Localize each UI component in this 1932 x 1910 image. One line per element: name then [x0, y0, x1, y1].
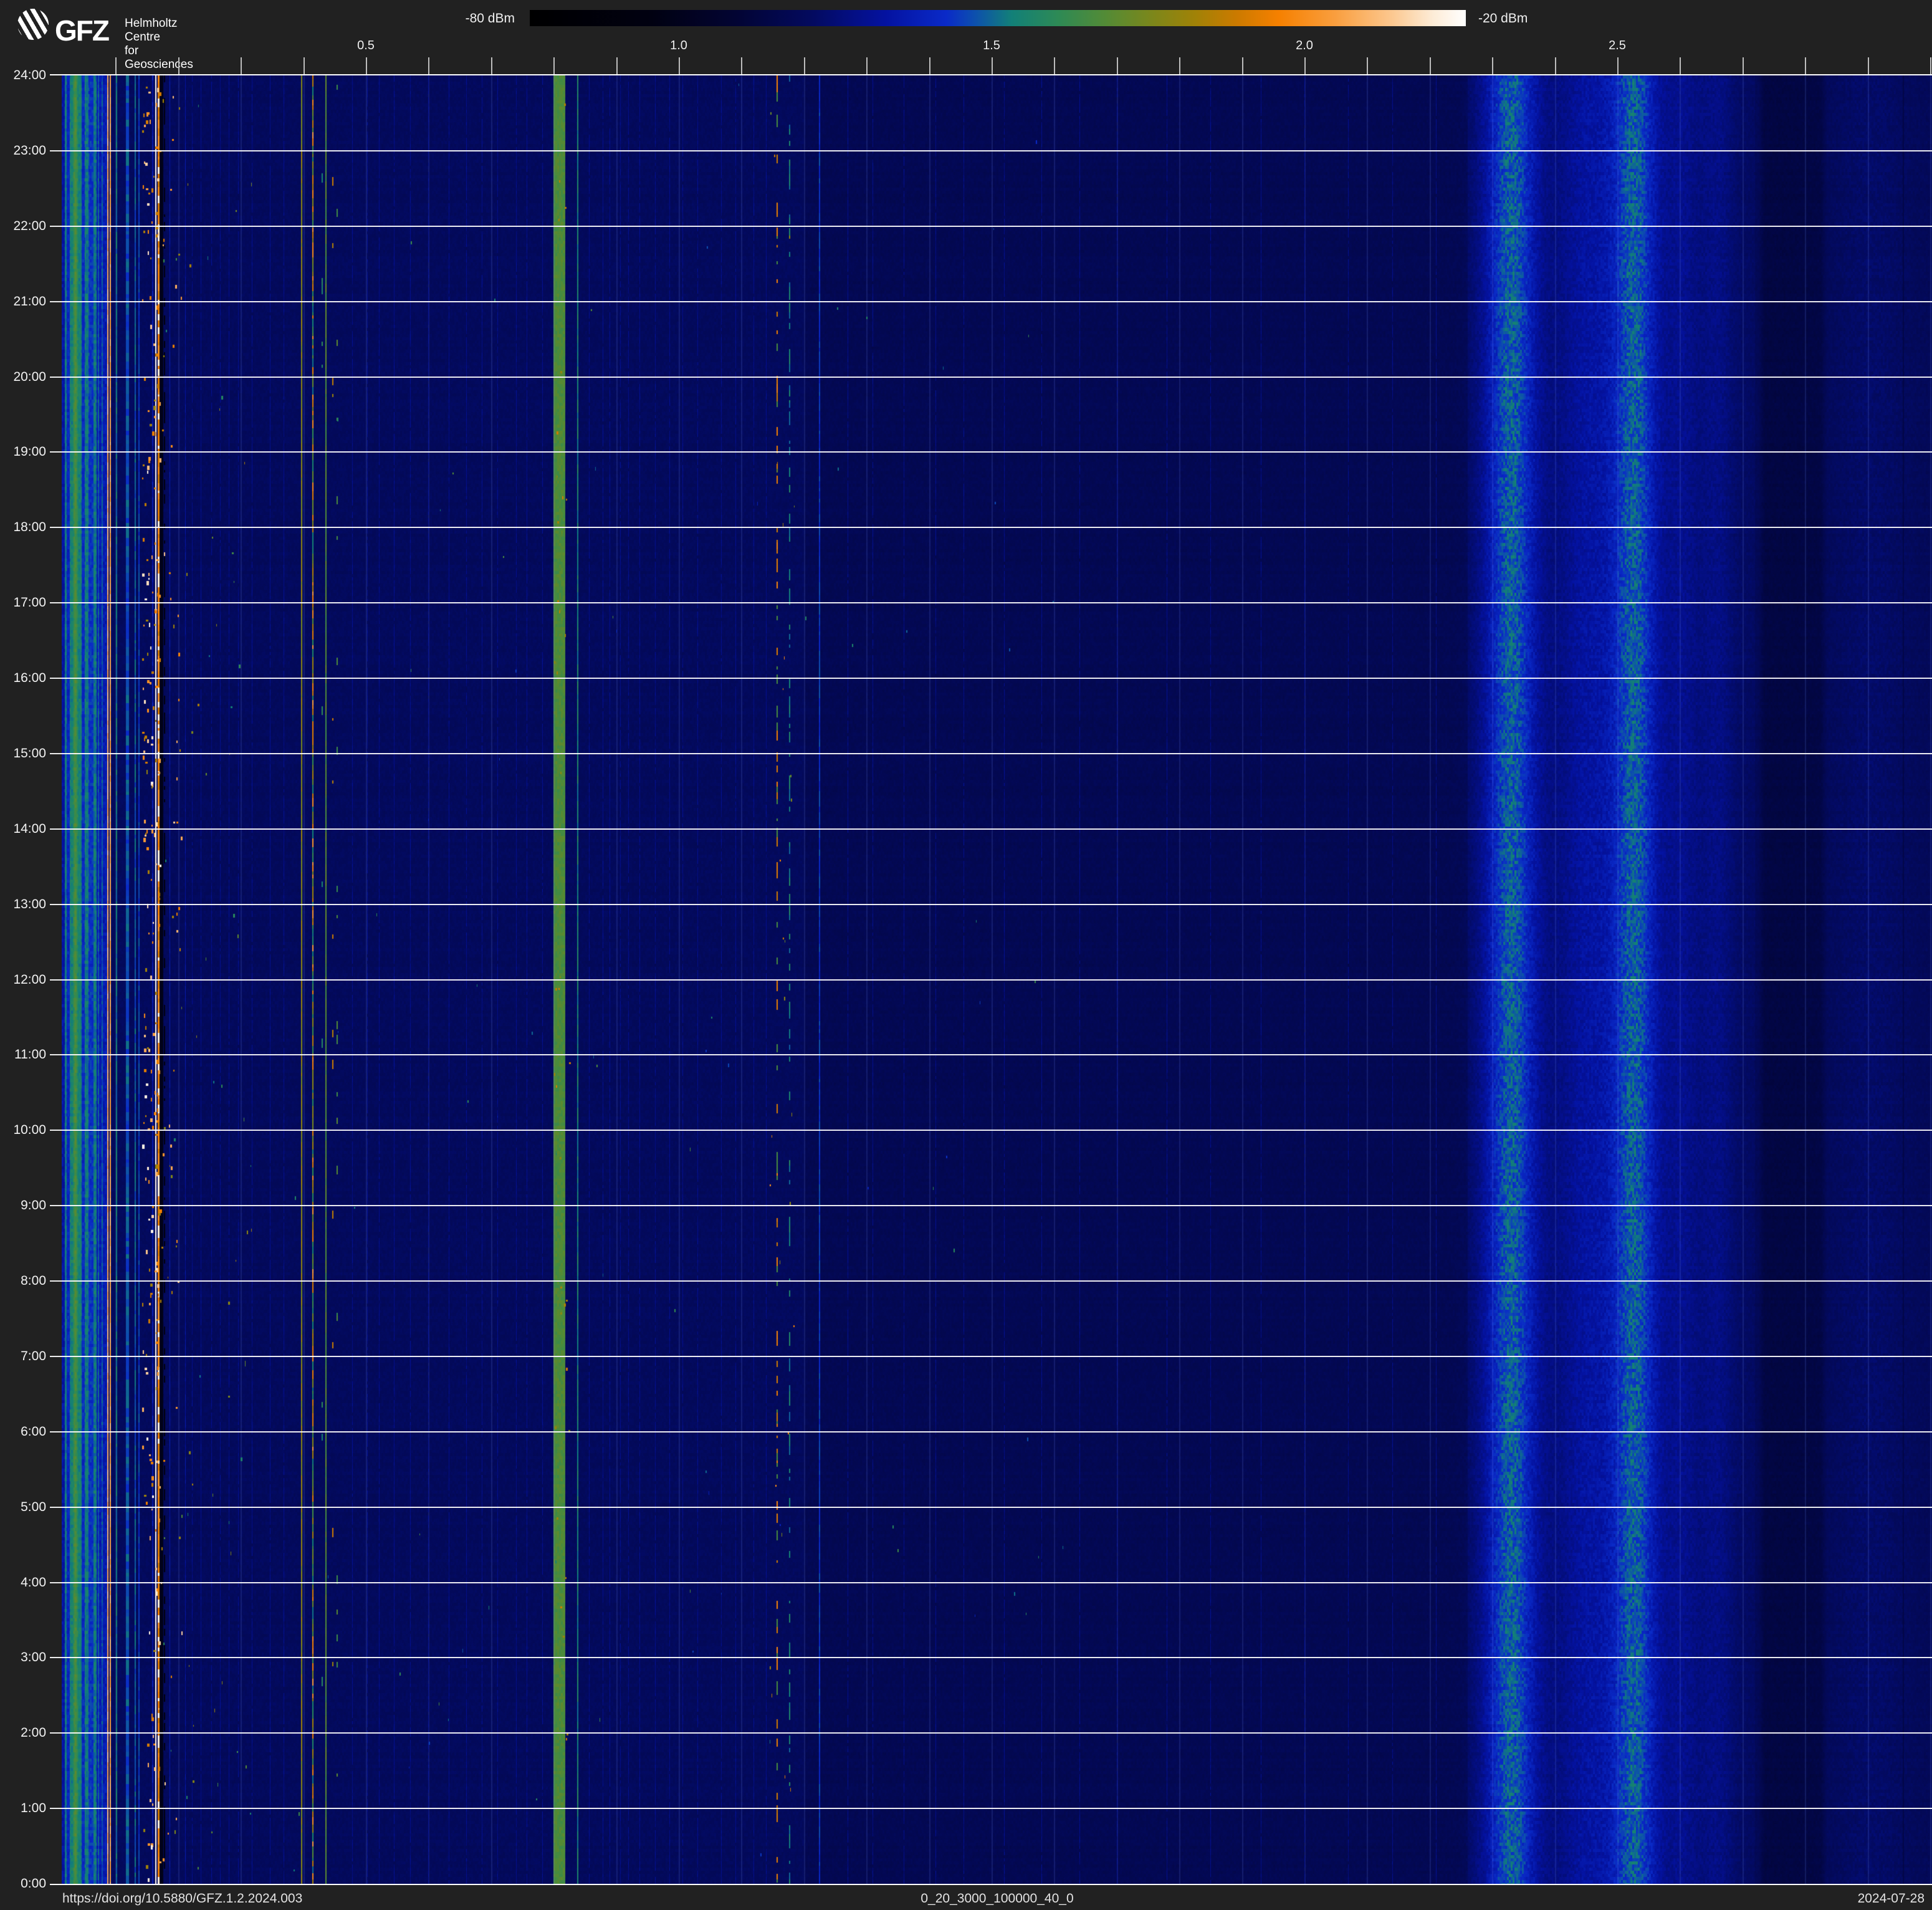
time-label: 19:00	[0, 444, 46, 459]
time-gridline	[50, 377, 1932, 378]
freq-tick	[304, 57, 305, 74]
freq-tick	[1367, 57, 1368, 74]
time-gridline	[50, 226, 1932, 227]
time-gridline	[50, 1054, 1932, 1055]
time-gridline	[50, 301, 1932, 302]
freq-tick	[1680, 57, 1681, 74]
time-gridline	[50, 1205, 1932, 1206]
doi-text: https://doi.org/10.5880/GFZ.1.2.2024.003	[62, 1891, 302, 1906]
colorbar-min-label: -80 dBm	[466, 11, 515, 26]
freq-tick	[992, 57, 993, 74]
freq-tick	[1492, 57, 1493, 74]
time-gridline	[50, 1431, 1932, 1432]
page-root: { "header": { "logo": {"acronym":"GFZ","…	[0, 0, 1932, 1910]
freq-tick	[366, 57, 367, 74]
time-label: 4:00	[0, 1575, 46, 1590]
colorbar-gradient	[530, 10, 1466, 26]
time-label: 5:00	[0, 1500, 46, 1515]
date-text: 2024-07-28	[1858, 1891, 1925, 1906]
time-label: 13:00	[0, 897, 46, 912]
time-gridline	[50, 451, 1932, 453]
freq-tick-label: 2.5	[1609, 39, 1626, 53]
freq-tick	[115, 57, 117, 74]
time-gridline	[50, 828, 1932, 830]
time-label: 11:00	[0, 1047, 46, 1062]
time-label: 6:00	[0, 1424, 46, 1439]
time-label: 1:00	[0, 1801, 46, 1816]
time-gridline	[50, 1582, 1932, 1583]
freq-tick	[1743, 57, 1744, 74]
logo-subtitle: Helmholtz Centre for Geosciences	[125, 17, 193, 72]
freq-tick	[491, 57, 492, 74]
time-label: 23:00	[0, 143, 46, 158]
freq-tick	[241, 57, 242, 74]
logo-subtitle-line2: for Geosciences	[125, 44, 193, 72]
dataset-params-text: 0_20_3000_100000_40_0	[921, 1891, 1073, 1906]
time-label: 24:00	[0, 68, 46, 83]
freq-tick-label: 1.5	[983, 39, 1000, 53]
time-gridline	[50, 1507, 1932, 1508]
freq-tick	[741, 57, 742, 74]
time-label: 18:00	[0, 520, 46, 535]
time-label: 20:00	[0, 370, 46, 385]
time-label: 9:00	[0, 1198, 46, 1213]
freq-tick-label: 1.0	[670, 39, 687, 53]
time-gridline	[50, 150, 1932, 151]
freq-tick	[428, 57, 429, 74]
time-label: 16:00	[0, 671, 46, 686]
time-gridline	[50, 1356, 1932, 1357]
freq-tick	[929, 57, 930, 74]
freq-tick	[616, 57, 618, 74]
time-gridline	[50, 1130, 1932, 1131]
colorbar-max-label: -20 dBm	[1478, 11, 1528, 26]
time-gridline	[50, 1280, 1932, 1282]
time-label: 10:00	[0, 1123, 46, 1138]
time-label: 14:00	[0, 822, 46, 837]
freq-tick	[866, 57, 868, 74]
freq-tick	[1242, 57, 1243, 74]
time-gridline	[50, 602, 1932, 603]
freq-tick	[1179, 57, 1180, 74]
freq-tick	[1555, 57, 1556, 74]
time-gridline	[50, 1732, 1932, 1734]
time-gridline	[50, 1657, 1932, 1658]
freq-tick	[1430, 57, 1431, 74]
freq-tick	[1868, 57, 1869, 74]
freq-tick	[679, 57, 680, 74]
time-label: 2:00	[0, 1725, 46, 1740]
time-label: 8:00	[0, 1274, 46, 1289]
time-gridline	[50, 979, 1932, 981]
freq-tick	[1617, 57, 1619, 74]
freq-tick	[1117, 57, 1118, 74]
gfz-striped-globe-icon	[17, 9, 49, 40]
time-label: 0:00	[0, 1876, 46, 1891]
freq-tick	[1930, 57, 1931, 74]
time-gridline	[50, 904, 1932, 905]
logo-subtitle-line1: Helmholtz Centre	[125, 17, 193, 44]
time-gridline	[50, 753, 1932, 754]
time-gridline	[50, 527, 1932, 528]
freq-tick-label: 0.5	[357, 39, 375, 53]
time-gridline	[50, 678, 1932, 679]
time-gridline	[50, 1808, 1932, 1809]
time-label: 22:00	[0, 219, 46, 234]
freq-tick	[553, 57, 555, 74]
freq-tick	[1054, 57, 1055, 74]
time-label: 21:00	[0, 294, 46, 309]
freq-tick	[1304, 57, 1306, 74]
time-label: 15:00	[0, 746, 46, 761]
plot-bottom-border	[50, 1884, 1932, 1885]
freq-tick	[1805, 57, 1806, 74]
freq-tick	[804, 57, 805, 74]
logo-acronym: GFZ	[55, 16, 108, 45]
time-label: 17:00	[0, 595, 46, 610]
time-label: 7:00	[0, 1349, 46, 1364]
freq-tick-label: 2.0	[1296, 39, 1313, 53]
time-label: 12:00	[0, 972, 46, 987]
freq-tick	[178, 57, 179, 74]
time-label: 3:00	[0, 1650, 46, 1665]
